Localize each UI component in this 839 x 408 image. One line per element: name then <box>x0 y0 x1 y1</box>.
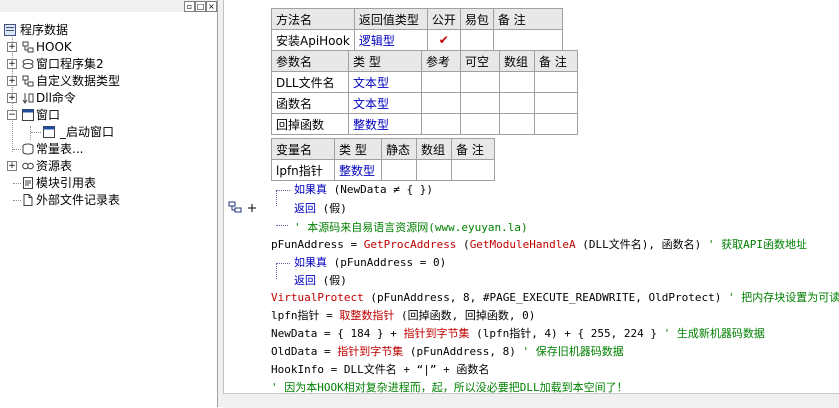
flow-marker-icon[interactable] <box>228 200 260 216</box>
datatype-icon <box>22 75 34 87</box>
col-header: 类 型 <box>334 138 382 160</box>
tree-item-label: _启动窗口 <box>60 125 115 139</box>
code-editor[interactable]: 方法名 返回值类型 公开 易包 备 注 安装ApiHook 逻辑型 ✔ 参数名 … <box>224 0 839 393</box>
code-line-5[interactable]: 如果真 (pFunAddress = 0) <box>294 253 446 272</box>
col-header: 参数名 <box>271 50 349 72</box>
code-line-2[interactable]: 返回 (假) <box>294 199 347 218</box>
tree-item-external-files[interactable]: 外部文件记录表 <box>0 192 217 208</box>
restore-icon[interactable]: □ <box>195 1 206 12</box>
col-header: 方法名 <box>271 8 355 30</box>
param-name[interactable]: DLL文件名 <box>271 71 349 93</box>
dll-icon <box>22 93 34 104</box>
method-row[interactable]: 安装ApiHook 逻辑型 ✔ <box>271 29 563 51</box>
expand-icon[interactable]: + <box>7 76 17 86</box>
tree-item-custom-types[interactable]: + 自定义数据类型 <box>0 73 217 89</box>
code-line-12[interactable]: ' 因为本HOOK相对复杂进程而，起，所以没必要把DLL加载到本空间了！ <box>271 378 628 393</box>
col-header: 备 注 <box>534 50 578 72</box>
tree-item-hook[interactable]: + HOOK <box>0 39 217 55</box>
col-header: 数组 <box>499 50 535 72</box>
constant-icon <box>22 143 34 155</box>
code-line-7[interactable]: VirtualProtect (pFunAddress, 8, #PAGE_EX… <box>271 288 839 307</box>
tree-item-module-refs[interactable]: 模块引用表 <box>0 175 217 191</box>
variable-type[interactable]: 整数型 <box>334 159 382 181</box>
method-table: 方法名 返回值类型 公开 易包 备 注 安装ApiHook 逻辑型 ✔ <box>271 8 563 51</box>
param-table: 参数名 类 型 参考 可空 数组 备 注 DLL文件名 文本型 函数名 文本型 … <box>271 50 578 135</box>
col-header: 可空 <box>460 50 500 72</box>
project-tree-panel: ▫ □ × 程序数据 + HOOK + 窗口程序集2 + 自定义数据类型 + D… <box>0 0 218 407</box>
param-row[interactable]: 函数名 文本型 <box>271 92 578 114</box>
close-icon[interactable]: × <box>206 1 217 12</box>
resource-icon <box>22 162 34 170</box>
col-header: 类 型 <box>348 50 422 72</box>
expand-icon[interactable]: + <box>7 42 17 52</box>
horizontal-scrollbar[interactable] <box>223 393 839 408</box>
variable-row[interactable]: lpfn指针 整数型 <box>271 159 495 181</box>
tree-item-label: 外部文件记录表 <box>36 193 121 207</box>
window-icon <box>43 126 55 138</box>
param-row[interactable]: DLL文件名 文本型 <box>271 71 578 93</box>
program-data-icon <box>4 24 16 36</box>
tree-item-resources[interactable]: + 资源表 <box>0 158 217 174</box>
col-header: 公开 <box>426 8 461 30</box>
tree-item-label: 资源表 <box>36 159 73 173</box>
expand-icon[interactable]: + <box>7 59 17 69</box>
tree-item-window-assembly[interactable]: + 窗口程序集2 <box>0 56 217 72</box>
public-check-icon[interactable]: ✔ <box>426 29 461 51</box>
param-name[interactable]: 回掉函数 <box>271 113 349 135</box>
col-header: 变量名 <box>271 138 335 160</box>
panel-header: ▫ □ × <box>0 0 217 12</box>
param-type[interactable]: 整数型 <box>348 113 422 135</box>
param-type[interactable]: 文本型 <box>348 92 422 114</box>
tree-item-startup-window[interactable]: _启动窗口 <box>0 124 217 140</box>
window-icon <box>22 109 34 121</box>
file-icon <box>23 194 33 206</box>
tree-item-label: 自定义数据类型 <box>36 74 121 88</box>
col-header: 返回值类型 <box>353 8 428 30</box>
pin-icon[interactable]: ▫ <box>184 1 195 12</box>
code-line-8[interactable]: lpfn指针 = 取整数指针 (回掉函数, 回掉函数, 0) <box>271 306 535 325</box>
variable-name[interactable]: lpfn指针 <box>271 159 335 181</box>
tree-item-label: HOOK <box>36 40 72 54</box>
expand-icon[interactable]: + <box>7 93 17 103</box>
param-type[interactable]: 文本型 <box>348 71 422 93</box>
assembly-icon <box>22 59 34 69</box>
tree-item-windows[interactable]: − 窗口 <box>0 107 217 123</box>
module-ref-icon <box>23 177 33 189</box>
code-line-11[interactable]: HookInfo = DLL文件名 + “|” + 函数名 <box>271 360 489 379</box>
code-line-1[interactable]: 如果真 (NewData ≠ { }) <box>294 180 433 199</box>
col-header: 参考 <box>421 50 461 72</box>
code-line-9[interactable]: NewData = { 184 } + 指针到字节集 (lpfn指针, 4) +… <box>271 324 765 343</box>
tree-root-label: 程序数据 <box>20 23 69 37</box>
method-name[interactable]: 安装ApiHook <box>271 29 355 51</box>
tree-item-dll-commands[interactable]: + Dll命令 <box>0 90 217 106</box>
code-line-10[interactable]: OldData = 指针到字节集 (pFunAddress, 8) ' 保存旧机… <box>271 342 624 361</box>
tree-item-label: 模块引用表 <box>36 176 97 190</box>
tree-item-label: 窗口程序集2 <box>36 57 104 71</box>
method-epackage[interactable] <box>459 29 494 51</box>
tree-item-label: 窗口 <box>36 108 61 122</box>
col-header: 备 注 <box>451 138 495 160</box>
param-row[interactable]: 回掉函数 整数型 <box>271 113 578 135</box>
col-header: 静态 <box>381 138 417 160</box>
expand-icon[interactable]: + <box>7 161 17 171</box>
code-line-4[interactable]: pFunAddress = GetProcAddress (GetModuleH… <box>271 235 807 254</box>
param-name[interactable]: 函数名 <box>271 92 349 114</box>
module-icon <box>22 41 34 53</box>
col-header: 数组 <box>416 138 452 160</box>
tree-item-label: 常量表... <box>36 142 84 156</box>
col-header: 备 注 <box>492 8 563 30</box>
col-header: 易包 <box>459 8 494 30</box>
collapse-icon[interactable]: − <box>7 110 17 120</box>
method-return-type[interactable]: 逻辑型 <box>353 29 428 51</box>
tree-item-constants[interactable]: 常量表... <box>0 141 217 157</box>
method-note[interactable] <box>492 29 563 51</box>
tree-item-label: Dll命令 <box>36 91 76 105</box>
variable-table: 变量名 类 型 静态 数组 备 注 lpfn指针 整数型 <box>271 138 495 181</box>
